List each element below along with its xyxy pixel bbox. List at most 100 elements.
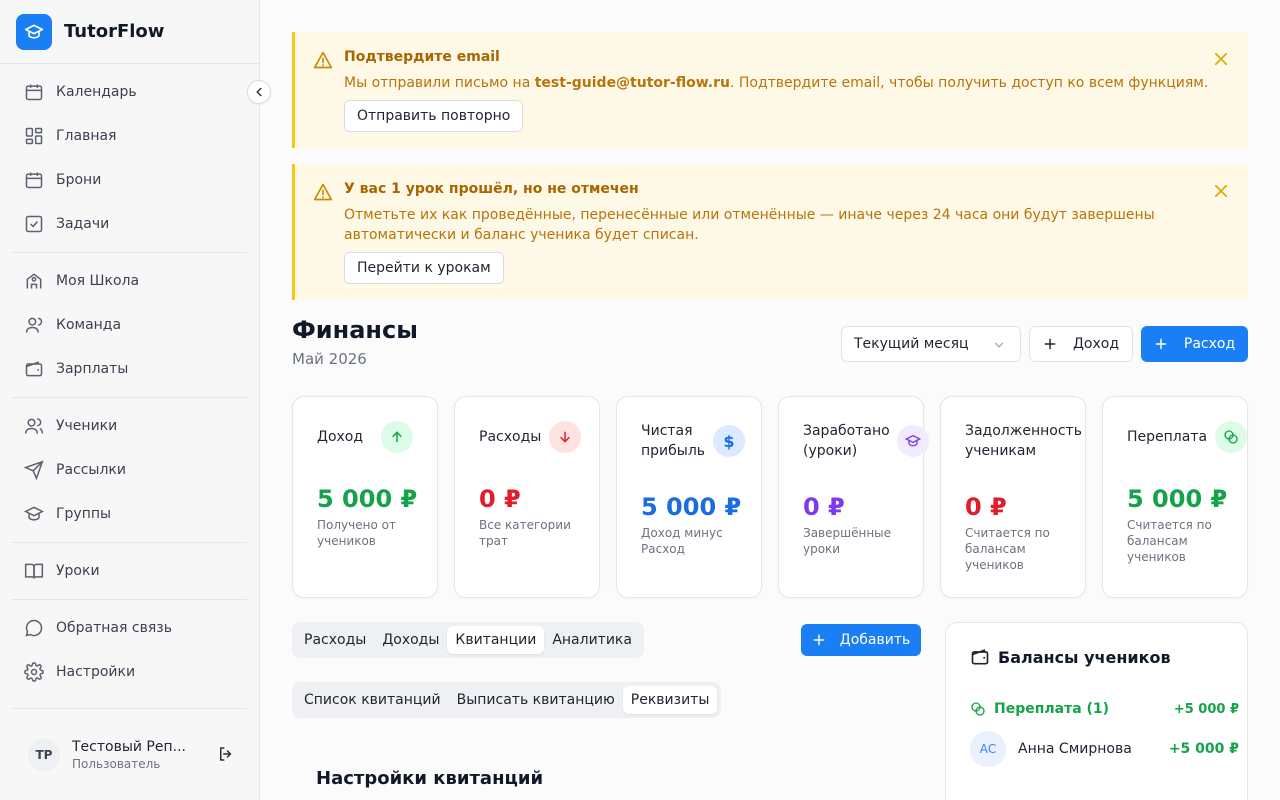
sidebar-item-groups[interactable]: Группы — [0, 492, 259, 536]
page-title: Финансы — [292, 316, 418, 344]
sidebar-item-settings[interactable]: Настройки — [0, 650, 259, 694]
brand[interactable]: TutorFlow — [0, 0, 259, 64]
balances-header: Балансы учеников — [970, 647, 1171, 667]
email-address: test-guide@tutor-flow.ru — [534, 75, 730, 91]
arrow-down-icon — [549, 421, 581, 453]
add-income-label: Доход — [1072, 336, 1120, 352]
stat-card-earned-lessons: Заработано (уроки) 0 ₽ Завершённые уроки — [778, 396, 929, 598]
sidebar-item-label: Уроки — [56, 563, 100, 579]
student-balance: +5 000 ₽ — [1168, 741, 1239, 757]
sidebar-item-label: Задачи — [56, 216, 110, 232]
close-icon[interactable] — [1212, 182, 1230, 200]
wallet-icon — [971, 649, 989, 665]
sidebar-item-feedback[interactable]: Обратная связь — [0, 606, 259, 650]
sidebar-item-school[interactable]: Моя Школа — [0, 259, 259, 303]
sidebar-item-team[interactable]: Команда — [0, 303, 259, 347]
alert-text: Мы отправили письмо на test-guide@tutor-… — [344, 75, 1209, 91]
sidebar-item-tasks[interactable]: Задачи — [0, 202, 259, 246]
alert-text: Отметьте их как проведённые, перенесённы… — [344, 207, 1155, 243]
logout-icon[interactable] — [217, 745, 235, 763]
stat-value: 5 000 ₽ — [641, 493, 742, 521]
tab-expenses[interactable]: Расходы — [296, 626, 374, 654]
sidebar-item-label: Брони — [56, 172, 102, 188]
collapse-sidebar-button[interactable] — [247, 80, 271, 104]
tab-issue-receipt[interactable]: Выписать квитанцию — [449, 686, 623, 714]
sidebar-item-label: Обратная связь — [56, 620, 172, 636]
stat-value: 0 ₽ — [965, 493, 1007, 521]
warning-icon — [313, 50, 333, 70]
sidebar-item-bookings[interactable]: Брони — [0, 158, 259, 202]
gear-icon — [24, 662, 44, 682]
section-title: Настройки квитанций — [316, 768, 544, 789]
add-income-button[interactable]: Доход — [1029, 326, 1133, 362]
stat-card-income: Доход 5 000 ₽ Получено от учеников — [292, 396, 438, 598]
graduation-cap-icon — [24, 506, 44, 521]
go-to-lessons-button[interactable]: Перейти к урокам — [344, 252, 504, 284]
tab-receipts[interactable]: Квитанции — [447, 626, 545, 654]
stat-label: Заработано (уроки) — [803, 423, 890, 459]
stat-description: Считается по балансам учеников — [1127, 518, 1212, 564]
calendar-icon — [25, 84, 43, 101]
wallet-icon — [25, 361, 43, 377]
school-icon — [26, 273, 42, 289]
overpayment-total: +5 000 ₽ — [1173, 702, 1239, 717]
sidebar: TutorFlow Календарь Главная Брони Задачи… — [0, 0, 260, 800]
stat-card-expenses: Расходы 0 ₽ Все категории трат — [454, 396, 600, 598]
stat-label: Задолженность ученикам — [965, 423, 1082, 459]
avatar: TP — [28, 738, 60, 771]
stat-description: Получено от учеников — [317, 518, 396, 548]
stat-value: 5 000 ₽ — [317, 485, 418, 513]
warning-icon — [313, 182, 333, 202]
chevron-left-icon — [256, 87, 262, 97]
close-icon[interactable] — [1212, 50, 1230, 68]
tab-receipt-list[interactable]: Список квитанций — [296, 686, 449, 714]
page-subtitle: Май 2026 — [292, 350, 367, 368]
chat-icon — [25, 619, 43, 637]
sidebar-item-home[interactable]: Главная — [0, 114, 259, 158]
sidebar-item-salaries[interactable]: Зарплаты — [0, 347, 259, 391]
plus-icon — [813, 634, 825, 646]
add-button-label: Добавить — [839, 632, 911, 648]
stat-card-overpayment: Переплата 5 000 ₽ Считается по балансам … — [1102, 396, 1248, 598]
calendar-icon — [25, 172, 43, 189]
sidebar-item-label: Зарплаты — [56, 361, 129, 377]
sidebar-item-label: Главная — [56, 128, 117, 144]
sidebar-item-label: Календарь — [56, 84, 137, 100]
resend-email-button[interactable]: Отправить повторно — [344, 100, 524, 132]
unmarked-lesson-alert: У вас 1 урок прошёл, но не отмечен Отмет… — [292, 164, 1248, 300]
user-profile[interactable]: TP Тестовый Реп... Пользователь — [12, 708, 247, 800]
checkbox-icon — [25, 215, 43, 233]
user-icon — [25, 317, 43, 333]
sidebar-item-label: Группы — [56, 506, 112, 522]
finance-tabs: Расходы Доходы Квитанции Аналитика — [292, 622, 644, 658]
period-select[interactable]: Текущий месяц — [841, 326, 1021, 362]
users-icon — [24, 418, 44, 434]
stat-description: Все категории трат — [479, 518, 571, 548]
graduation-cap-icon — [897, 425, 929, 457]
period-select-value: Текущий месяц — [854, 336, 969, 352]
coins-icon — [971, 702, 985, 716]
sidebar-item-mailings[interactable]: Рассылки — [0, 448, 259, 492]
dollar-icon: $ — [713, 425, 745, 457]
send-icon — [24, 460, 44, 480]
add-expense-button[interactable]: Расход — [1141, 326, 1248, 362]
student-balances-panel: Балансы учеников Переплата (1) +5 000 ₽ … — [945, 622, 1248, 800]
stat-description: Доход минус Расход — [641, 526, 723, 556]
sidebar-item-lessons[interactable]: Уроки — [0, 549, 259, 593]
email-verify-alert: Подтвердите email Мы отправили письмо на… — [292, 32, 1248, 148]
sidebar-item-students[interactable]: Ученики — [0, 404, 259, 448]
add-button[interactable]: Добавить — [801, 624, 921, 656]
sidebar-item-calendar[interactable]: Календарь — [0, 70, 259, 114]
tab-incomes[interactable]: Доходы — [374, 626, 447, 654]
tab-analytics[interactable]: Аналитика — [544, 626, 640, 654]
overpayment-group[interactable]: Переплата (1) — [970, 701, 1109, 717]
tab-requisites[interactable]: Реквизиты — [622, 686, 718, 714]
plus-icon — [1155, 338, 1167, 350]
app-name: TutorFlow — [64, 21, 165, 42]
avatar: АС — [970, 731, 1006, 767]
sidebar-item-label: Рассылки — [56, 462, 126, 478]
plus-icon — [1044, 338, 1056, 350]
list-item[interactable]: АС Анна Смирнова +5 000 ₽ — [970, 731, 1239, 767]
stat-card-debt: Задолженность ученикам 0 ₽ Считается по … — [940, 396, 1086, 598]
dashboard-icon — [25, 127, 43, 145]
